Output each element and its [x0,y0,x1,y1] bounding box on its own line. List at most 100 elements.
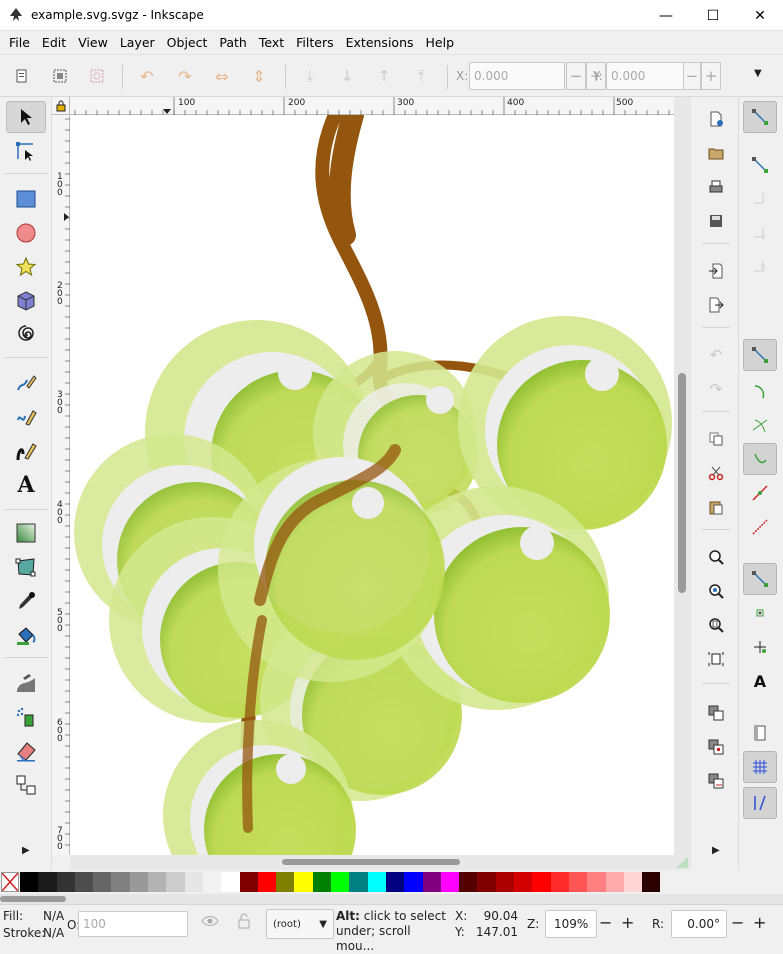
palette-scroll-thumb[interactable] [0,896,66,902]
horizontal-scroll-thumb[interactable] [282,859,460,865]
unlink-clone-icon[interactable] [702,767,730,795]
minimize-button[interactable]: — [643,0,689,31]
palette-swatch[interactable] [440,872,460,892]
spray-tool-icon[interactable] [6,701,46,733]
horizontal-ruler[interactable]: 100 200 300 400 500 [70,97,674,115]
palette-swatch[interactable] [239,872,258,892]
snap-page-border-icon[interactable] [743,717,777,749]
palette-swatch[interactable] [20,872,39,892]
snap-line-midpoint-icon[interactable] [743,511,777,543]
close-button[interactable]: ✕ [737,0,783,31]
paste-icon[interactable] [702,493,730,521]
snap-path-icon[interactable] [743,375,777,407]
snap-grid-icon[interactable] [743,751,777,783]
palette-swatch[interactable] [367,872,386,892]
palette-swatch[interactable] [550,872,569,892]
guide-lock-icon[interactable] [52,97,70,115]
palette-swatch[interactable] [148,872,167,892]
menu-filters[interactable]: Filters [290,35,339,50]
menu-help[interactable]: Help [420,35,461,50]
menu-extensions[interactable]: Extensions [340,35,420,50]
ellipse-tool-icon[interactable] [6,217,46,249]
rotate-ccw-icon[interactable]: ↶ [134,63,160,89]
x-decrement-button[interactable]: − [566,62,586,90]
palette-swatch[interactable] [459,872,478,892]
palette-swatch[interactable] [642,872,661,892]
palette-swatch[interactable] [221,872,240,892]
palette-swatch[interactable] [111,872,130,892]
flip-horizontal-icon[interactable]: ⇔ [209,63,235,89]
palette-swatch[interactable] [532,872,551,892]
pencil-tool-icon[interactable] [6,367,46,399]
palette-swatch[interactable] [404,872,423,892]
open-folder-icon[interactable] [702,139,730,167]
snap-others-icon[interactable] [743,563,777,595]
snap-nodes-icon[interactable] [743,339,777,371]
cut-icon[interactable] [702,459,730,487]
palette-swatch[interactable] [276,872,295,892]
palette-swatch[interactable] [605,872,624,892]
snap-enable-icon[interactable] [743,101,777,133]
snap-path-intersection-icon[interactable] [743,409,777,441]
lower-to-bottom-icon[interactable]: ⤓ [297,63,323,89]
horizontal-scrollbar[interactable] [70,855,674,870]
new-document-icon[interactable] [702,105,730,133]
lower-icon[interactable]: ↓ [334,63,360,89]
palette-swatch[interactable] [422,872,441,892]
text-tool-icon[interactable]: A [6,469,46,501]
undo-icon[interactable]: ↶ [702,341,730,369]
y-decrement-button[interactable]: − [683,62,701,90]
star-tool-icon[interactable] [6,251,46,283]
palette-swatch[interactable] [312,872,332,892]
no-paint-swatch[interactable] [1,872,19,892]
zoom-input[interactable]: 109% [545,910,597,938]
toolbox-expand-icon[interactable]: ▶ [22,845,30,856]
3d-box-tool-icon[interactable] [6,285,46,317]
save-icon[interactable] [702,207,730,235]
tweak-tool-icon[interactable] [6,667,46,699]
snap-bbox-edge-icon[interactable] [743,183,777,215]
palette-swatch[interactable] [385,872,405,892]
palette-swatch[interactable] [331,872,350,892]
selector-tool-icon[interactable] [6,101,46,133]
palette-swatch[interactable] [74,872,94,892]
snap-center-icon[interactable] [743,597,777,629]
mesh-tool-icon[interactable] [6,551,46,583]
palette-swatch[interactable] [202,872,222,892]
menu-file[interactable]: File [3,35,36,50]
zoom-decrement-button[interactable]: − [599,913,612,932]
menu-layer[interactable]: Layer [114,35,161,50]
palette-swatch[interactable] [349,872,368,892]
vertical-ruler[interactable]: 1 0 0 2 0 0 3 0 0 4 0 0 5 0 0 6 0 0 7 0 … [52,115,70,855]
gradient-tool-icon[interactable] [6,517,46,549]
rectangle-tool-icon[interactable] [6,183,46,215]
menu-edit[interactable]: Edit [36,35,72,50]
raise-icon[interactable]: ↑ [371,63,397,89]
palette-scrollbar[interactable] [0,894,783,904]
snap-bbox-corner-icon[interactable] [743,217,777,249]
snap-text-baseline-icon[interactable]: A [743,665,777,697]
paint-bucket-tool-icon[interactable] [6,619,46,651]
zoom-increment-button[interactable]: + [621,913,634,932]
clone-icon[interactable] [702,733,730,761]
maximize-button[interactable]: ☐ [690,0,736,31]
x-input[interactable]: 0.000 [469,62,565,90]
pen-tool-icon[interactable] [6,401,46,433]
rotate-cw-icon[interactable]: ↷ [172,63,198,89]
layer-visibility-icon[interactable] [200,913,220,932]
zoom-page-icon[interactable] [702,611,730,639]
snap-bbox-midpoint-icon[interactable] [743,251,777,283]
connector-tool-icon[interactable] [6,769,46,801]
import-icon[interactable] [702,257,730,285]
palette-swatch[interactable] [184,872,203,892]
deselect-icon[interactable] [84,63,110,89]
spiral-tool-icon[interactable] [6,319,46,351]
menu-object[interactable]: Object [161,35,214,50]
raise-to-top-icon[interactable]: ⤒ [408,63,434,89]
zoom-drawing-icon[interactable] [702,577,730,605]
layer-lock-icon[interactable] [236,912,252,933]
calligraphy-tool-icon[interactable] [6,435,46,467]
snap-rotation-center-icon[interactable] [743,631,777,663]
snap-guide-icon[interactable] [743,787,777,819]
palette-swatch[interactable] [495,872,515,892]
